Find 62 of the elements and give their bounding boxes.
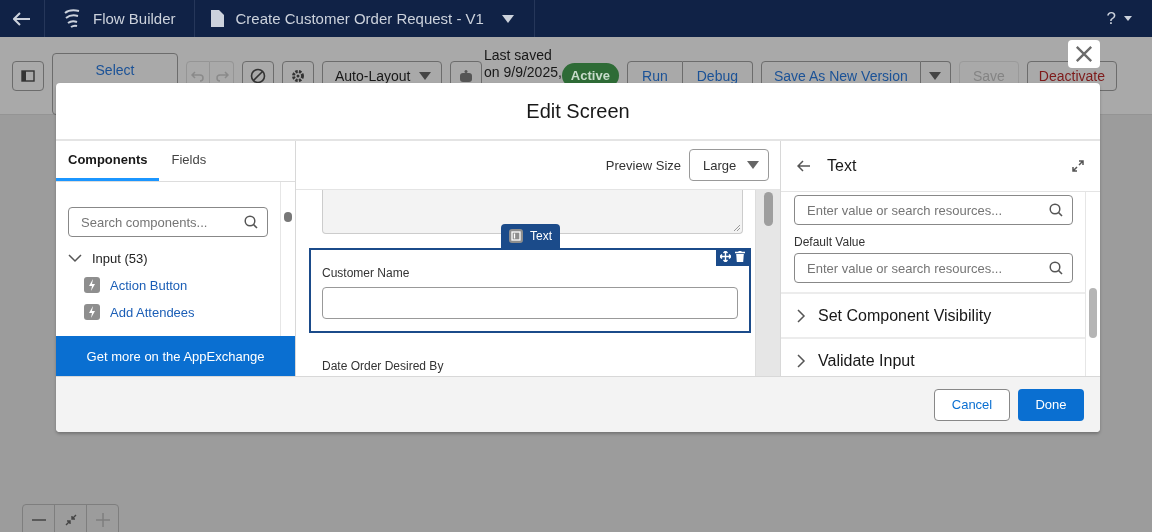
- resize-handle-icon[interactable]: [733, 224, 740, 231]
- app-name: Flow Builder: [93, 10, 176, 27]
- settings-icon: [291, 68, 305, 83]
- undo-icon: [191, 69, 205, 82]
- minus-icon: [31, 519, 46, 521]
- component-item[interactable]: Action Button: [110, 277, 188, 293]
- search-icon: [1049, 203, 1063, 217]
- lightning-icon: [84, 277, 100, 293]
- search-icon: [244, 215, 258, 229]
- chevron-icon: [797, 308, 806, 323]
- delete-icon[interactable]: [735, 251, 745, 262]
- lightning-icon: [84, 304, 100, 320]
- search-field[interactable]: Search components...: [68, 207, 268, 237]
- caret-icon[interactable]: [501, 14, 514, 23]
- text-field-icon: [509, 229, 523, 243]
- done-button[interactable]: Done: [1018, 388, 1084, 421]
- screen-component[interactable]: Customer Name: [309, 248, 751, 333]
- scrollbar-thumb[interactable]: [1089, 288, 1097, 338]
- resource-field[interactable]: Enter value or search resources...: [794, 195, 1073, 225]
- scrollbar-thumb[interactable]: [284, 212, 292, 222]
- cancel-button[interactable]: Cancel: [934, 388, 1010, 421]
- search-icon: [1049, 261, 1063, 275]
- caret-icon[interactable]: [1124, 16, 1132, 21]
- close-button[interactable]: [1068, 40, 1100, 68]
- help-button[interactable]: ?: [1106, 8, 1116, 29]
- appexchange-button[interactable]: Get more on the AppExchange: [56, 336, 295, 376]
- dialog-title: Edit Screen: [526, 99, 630, 123]
- last-saved-date: on 9/9/2025,: [484, 64, 562, 81]
- panel-title: Text: [827, 157, 858, 175]
- panel-tab[interactable]: Fields: [159, 141, 219, 181]
- field-label: Default Value: [794, 235, 867, 249]
- field-label: Date Order Desired By: [322, 359, 445, 373]
- panel-tab[interactable]: Components: [56, 141, 160, 181]
- caret-icon: [419, 71, 431, 80]
- component-group-toggle[interactable]: Input (53): [68, 251, 268, 266]
- close-icon: [1075, 45, 1093, 63]
- flow-logo-icon: [63, 8, 81, 29]
- preview-size-dropdown[interactable]: Large: [689, 149, 769, 181]
- prohibited-icon: [250, 67, 266, 84]
- chevron-icon: [797, 353, 806, 368]
- caret-icon: [929, 71, 942, 80]
- back-arrow-icon[interactable]: [797, 160, 811, 172]
- expand-icon[interactable]: [1072, 160, 1084, 172]
- chevron-icon: [68, 254, 82, 263]
- document-icon: [210, 10, 224, 27]
- robot-icon: [459, 69, 473, 82]
- last-saved-label: Last saved: [484, 47, 553, 64]
- panel-toggle-button[interactable]: [12, 60, 44, 91]
- scrollbar-thumb[interactable]: [763, 192, 773, 226]
- text-input[interactable]: [322, 287, 738, 319]
- flow-title: Create Customer Order Request - V1: [235, 10, 484, 27]
- sidebar-icon: [21, 69, 35, 82]
- plus-icon: [95, 513, 110, 527]
- component-item[interactable]: Add Attendees: [110, 304, 195, 320]
- redo-icon: [214, 69, 229, 82]
- field-label: Customer Name: [322, 266, 411, 280]
- preview-size-label: Preview Size: [605, 157, 681, 173]
- shrink-icon: [64, 514, 77, 526]
- resource-field[interactable]: Enter value or search resources...: [794, 253, 1073, 283]
- section-toggle[interactable]: Set Component Visibility: [781, 292, 1085, 337]
- caret-icon: [747, 161, 759, 169]
- move-icon[interactable]: [720, 251, 731, 262]
